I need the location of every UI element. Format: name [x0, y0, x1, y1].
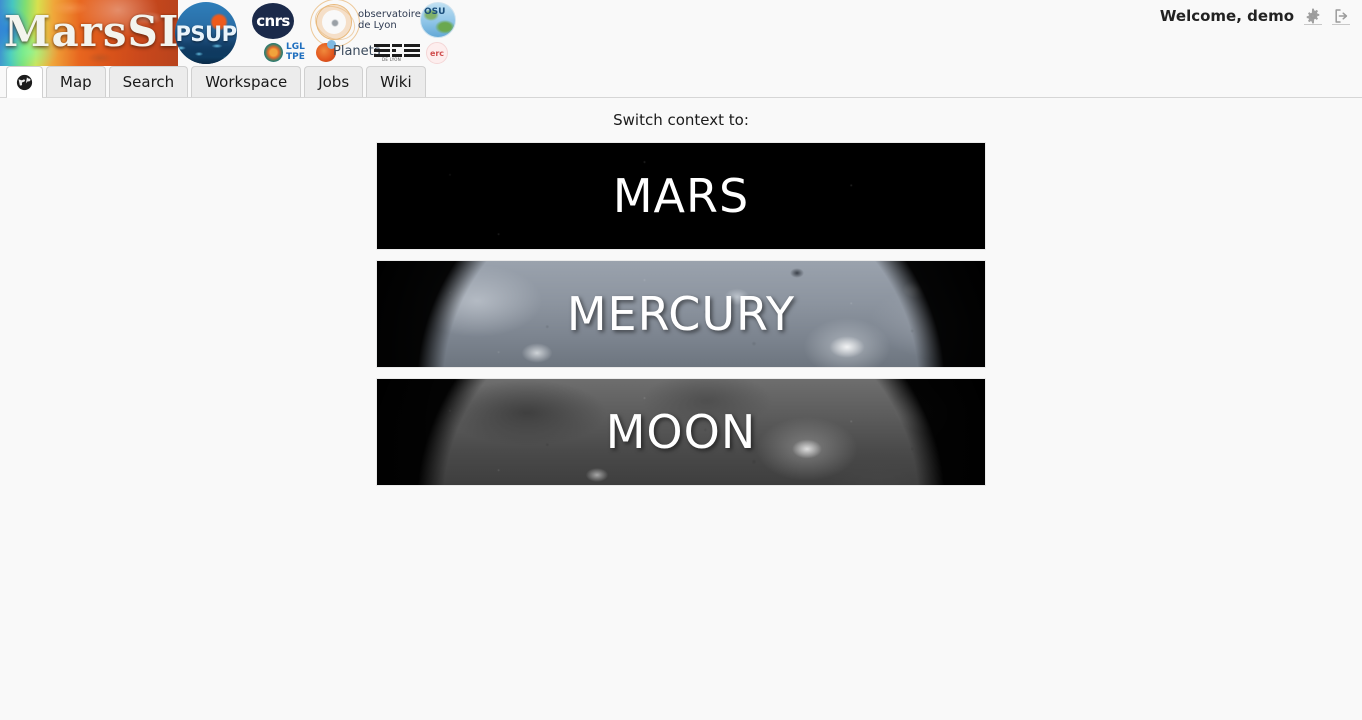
psup-label: PSUP: [175, 22, 237, 46]
main-content: Switch context to: MARS MERCURY MOON: [0, 98, 1362, 720]
ens-sublabel: DE LYON: [382, 57, 402, 62]
psup-logo[interactable]: PSUP: [175, 2, 237, 64]
marssi-logo[interactable]: MarsSI: [0, 0, 178, 66]
lgl-tpe-logo[interactable]: LGL TPE: [264, 42, 318, 64]
partner-logos: cnrs observatoire de Lyon LGL TPE Planet…: [248, 0, 458, 66]
marssi-wordmark: MarsSI: [4, 7, 178, 56]
moon-limb-shadow: [377, 379, 985, 485]
tab-wiki[interactable]: Wiki: [366, 66, 426, 97]
context-banner-mercury[interactable]: MERCURY: [377, 261, 985, 367]
tab-map[interactable]: Map: [46, 66, 106, 97]
lgl-disc-icon: [264, 43, 283, 62]
tab-wiki-label: Wiki: [380, 73, 412, 91]
tab-workspace[interactable]: Workspace: [191, 66, 302, 97]
observatoire-swirl-icon: [316, 4, 352, 40]
erc-logo[interactable]: erc: [426, 42, 448, 64]
site-header: MarsSI PSUP cnrs observatoire de Lyon LG…: [0, 0, 1362, 66]
tab-home[interactable]: [6, 66, 43, 98]
context-banner-mars[interactable]: MARS: [377, 143, 985, 249]
erc-label: erc: [429, 48, 445, 58]
tab-map-label: Map: [60, 73, 92, 91]
sign-out-icon[interactable]: [1332, 7, 1350, 25]
main-navigation: Map Search Workspace Jobs Wiki: [0, 66, 1362, 98]
osu-globe-logo[interactable]: [420, 2, 456, 38]
observatoire-de-lyon-logo[interactable]: observatoire de Lyon: [308, 2, 421, 42]
globe-icon: [16, 74, 33, 91]
context-list: MARS MERCURY MOON: [377, 143, 985, 485]
cnrs-label: cnrs: [256, 12, 290, 30]
observatoire-label: observatoire de Lyon: [358, 9, 421, 31]
ens-bars-icon: [374, 44, 420, 57]
ens-logo[interactable]: DE LYON: [374, 44, 420, 62]
switch-context-label: Switch context to:: [613, 111, 749, 129]
tab-workspace-label: Workspace: [205, 73, 288, 91]
observatoire-label-line2: de Lyon: [358, 20, 397, 31]
gear-icon[interactable]: [1304, 7, 1322, 25]
lgl-label-line1: LGL: [286, 42, 305, 52]
tab-search[interactable]: Search: [108, 66, 189, 97]
welcome-message: Welcome, demo: [1159, 7, 1294, 25]
cnrs-logo[interactable]: cnrs: [252, 3, 294, 39]
tab-jobs-label: Jobs: [318, 73, 350, 91]
mars-limb-shadow: [377, 143, 985, 249]
lgl-label-line2: TPE: [286, 52, 305, 62]
context-banner-moon[interactable]: MOON: [377, 379, 985, 485]
observatoire-label-line1: observatoire: [358, 9, 421, 20]
lgl-tpe-label: LGL TPE: [286, 42, 305, 62]
account-area: Welcome, demo: [1160, 4, 1350, 28]
tab-search-label: Search: [122, 73, 175, 91]
mercury-limb-shadow: [377, 261, 985, 367]
tab-jobs[interactable]: Jobs: [304, 66, 364, 97]
